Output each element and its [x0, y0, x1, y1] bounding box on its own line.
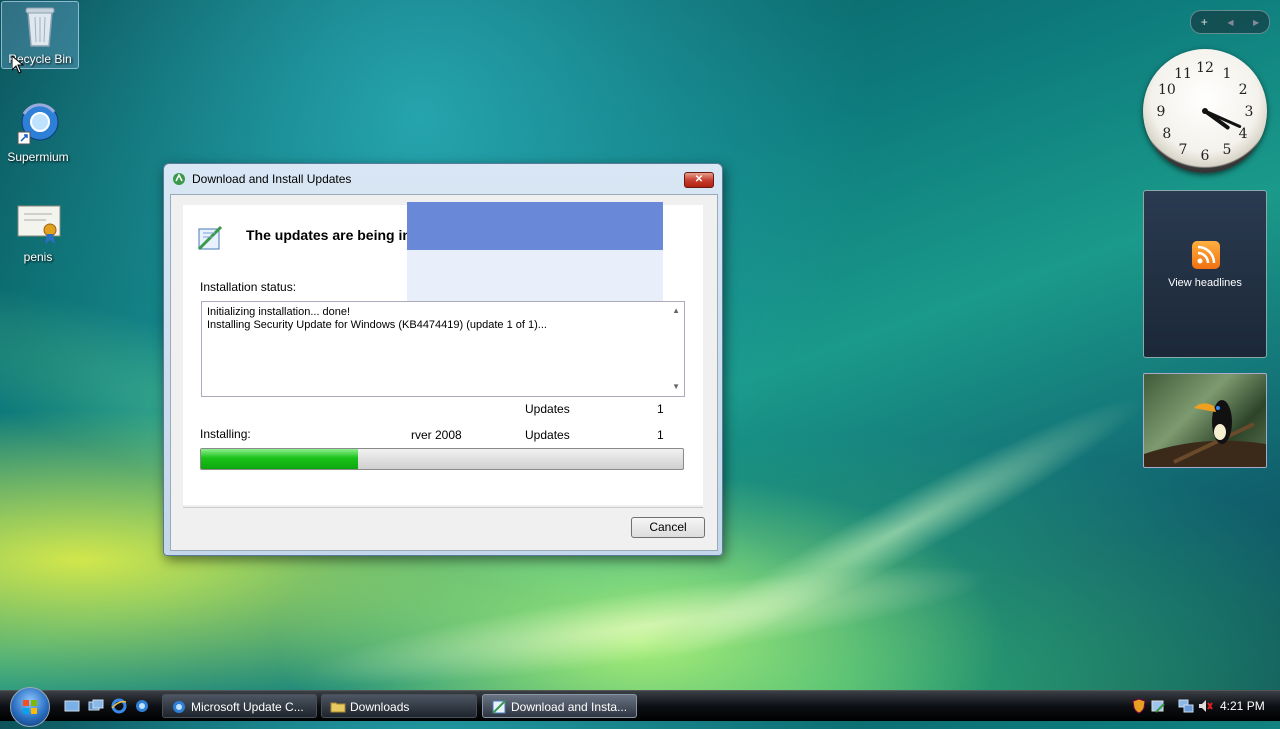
- windows-update-icon: [172, 172, 186, 186]
- security-shield-icon[interactable]: [1131, 698, 1147, 714]
- download-install-updates-dialog: Download and Install Updates ✕ The updat…: [163, 163, 723, 556]
- clock-number: 6: [1201, 148, 1210, 164]
- desktop-icon-label: penis: [23, 250, 53, 264]
- progress-fill: [201, 449, 358, 469]
- clock-gadget[interactable]: 12 1 2 3 4 5 6 7 8 9 10 11: [1143, 49, 1267, 173]
- update-shield-icon: [195, 223, 225, 256]
- clock-number: 4: [1239, 126, 1248, 142]
- clock-number: 12: [1196, 60, 1214, 76]
- volume-muted-icon[interactable]: [1197, 698, 1213, 714]
- taskbar-button-downloads[interactable]: Downloads: [321, 694, 477, 718]
- dialog-titlebar[interactable]: Download and Install Updates: [164, 164, 722, 194]
- slideshow-gadget[interactable]: [1143, 373, 1267, 468]
- gadget-controls: + ◀ ▶: [1190, 10, 1270, 34]
- supermium-quicklaunch-icon[interactable]: [134, 698, 150, 714]
- row-white-patch: [427, 398, 463, 418]
- scroll-up-arrow-icon[interactable]: ▲: [672, 306, 680, 315]
- status-line: Initializing installation... done!: [207, 306, 351, 318]
- windows-logo-icon: [23, 700, 37, 714]
- installation-progress-bar: [200, 448, 684, 470]
- update-icon: [491, 699, 507, 715]
- update-row-category: Updates: [525, 428, 570, 442]
- taskbar: Microsoft Update C... Downloads Download…: [0, 687, 1280, 727]
- browser-icon: [171, 699, 187, 715]
- update-row-category: Updates: [525, 402, 570, 416]
- toucan-photo: [1144, 400, 1266, 467]
- network-icon[interactable]: [1178, 698, 1194, 714]
- start-button[interactable]: [10, 687, 50, 727]
- dialog-client-area: The updates are being in Installation st…: [170, 194, 718, 551]
- desktop-icon-supermium[interactable]: Supermium: [0, 100, 76, 164]
- feed-headlines-gadget[interactable]: View headlines: [1143, 190, 1267, 358]
- desktop-icon-certificate[interactable]: penis: [0, 200, 76, 264]
- clock-number: 8: [1162, 126, 1171, 142]
- switch-windows-icon[interactable]: [88, 698, 104, 714]
- folder-icon: [330, 699, 346, 715]
- mouse-cursor: [11, 54, 25, 77]
- clock-number: 2: [1239, 82, 1248, 98]
- status-line: Installing Security Update for Windows (…: [207, 319, 547, 331]
- redaction-overlay: [407, 202, 663, 250]
- dialog-heading: The updates are being in: [246, 227, 411, 243]
- recycle-bin-icon: [16, 2, 64, 50]
- taskbar-button-label: Microsoft Update C...: [191, 700, 304, 714]
- next-page-button[interactable]: ▶: [1253, 18, 1259, 27]
- clock-number: 10: [1158, 82, 1176, 98]
- clock-number: 9: [1157, 104, 1166, 120]
- desktop-icon-label: Supermium: [7, 150, 69, 164]
- add-gadget-button[interactable]: +: [1201, 15, 1208, 29]
- clock-number: 3: [1245, 104, 1254, 120]
- internet-explorer-icon[interactable]: [111, 698, 127, 714]
- clock-number: 7: [1179, 142, 1188, 158]
- installing-label: Installing:: [200, 427, 251, 441]
- taskbar-clock[interactable]: 4:21 PM: [1220, 699, 1265, 713]
- dialog-title: Download and Install Updates: [192, 172, 352, 186]
- clock-face: 12 12 3 45678 9 1011: [1157, 60, 1254, 164]
- clock-center: [1202, 108, 1208, 114]
- taskbar-button-microsoft-update[interactable]: Microsoft Update C...: [162, 694, 317, 718]
- cancel-button[interactable]: Cancel: [631, 517, 705, 538]
- update-row-count: 1: [657, 402, 664, 416]
- update-row-count: 1: [657, 428, 664, 442]
- scroll-down-arrow-icon[interactable]: ▼: [672, 382, 680, 391]
- clock-number: 1: [1223, 66, 1232, 82]
- taskbar-button-label: Download and Insta...: [511, 700, 628, 714]
- update-row-name: rver 2008: [411, 428, 462, 442]
- supermium-icon: [14, 100, 62, 148]
- view-headlines-link[interactable]: View headlines: [1144, 277, 1266, 289]
- previous-page-button[interactable]: ◀: [1227, 18, 1233, 27]
- close-button[interactable]: ✕: [684, 172, 714, 188]
- clock-number: 5: [1223, 142, 1232, 158]
- windows-update-tray-icon[interactable]: [1150, 698, 1166, 714]
- wallpaper-streak: [298, 541, 1002, 709]
- taskbar-button-download-install[interactable]: Download and Insta...: [482, 694, 637, 718]
- clock-number: 11: [1174, 66, 1192, 82]
- taskbar-button-label: Downloads: [350, 700, 410, 714]
- installation-status-label: Installation status:: [200, 280, 297, 294]
- certificate-icon: [14, 200, 62, 248]
- separator: [183, 507, 703, 508]
- show-desktop-icon[interactable]: [64, 698, 80, 714]
- installation-status-textbox[interactable]: Initializing installation... done! Insta…: [201, 301, 685, 397]
- rss-icon: [1192, 241, 1220, 269]
- dialog-content-panel: The updates are being in Installation st…: [183, 202, 703, 505]
